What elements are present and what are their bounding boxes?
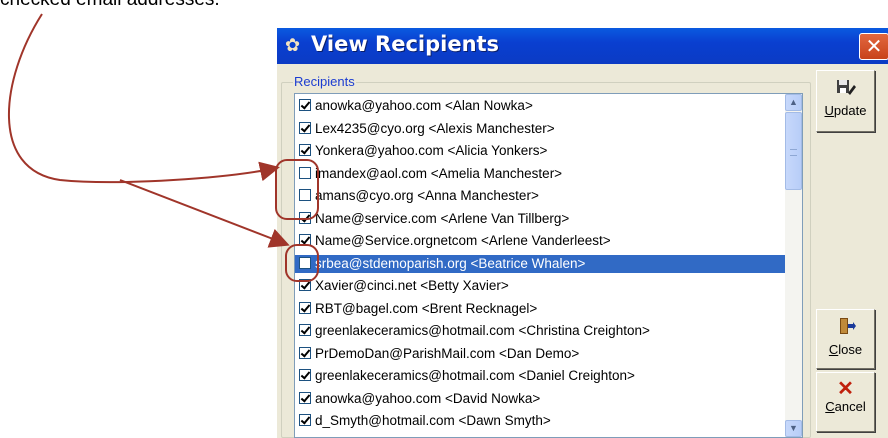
arrow-line — [119, 179, 290, 248]
arrow-curve — [8, 13, 280, 184]
annotation-arrows — [8, 13, 290, 248]
